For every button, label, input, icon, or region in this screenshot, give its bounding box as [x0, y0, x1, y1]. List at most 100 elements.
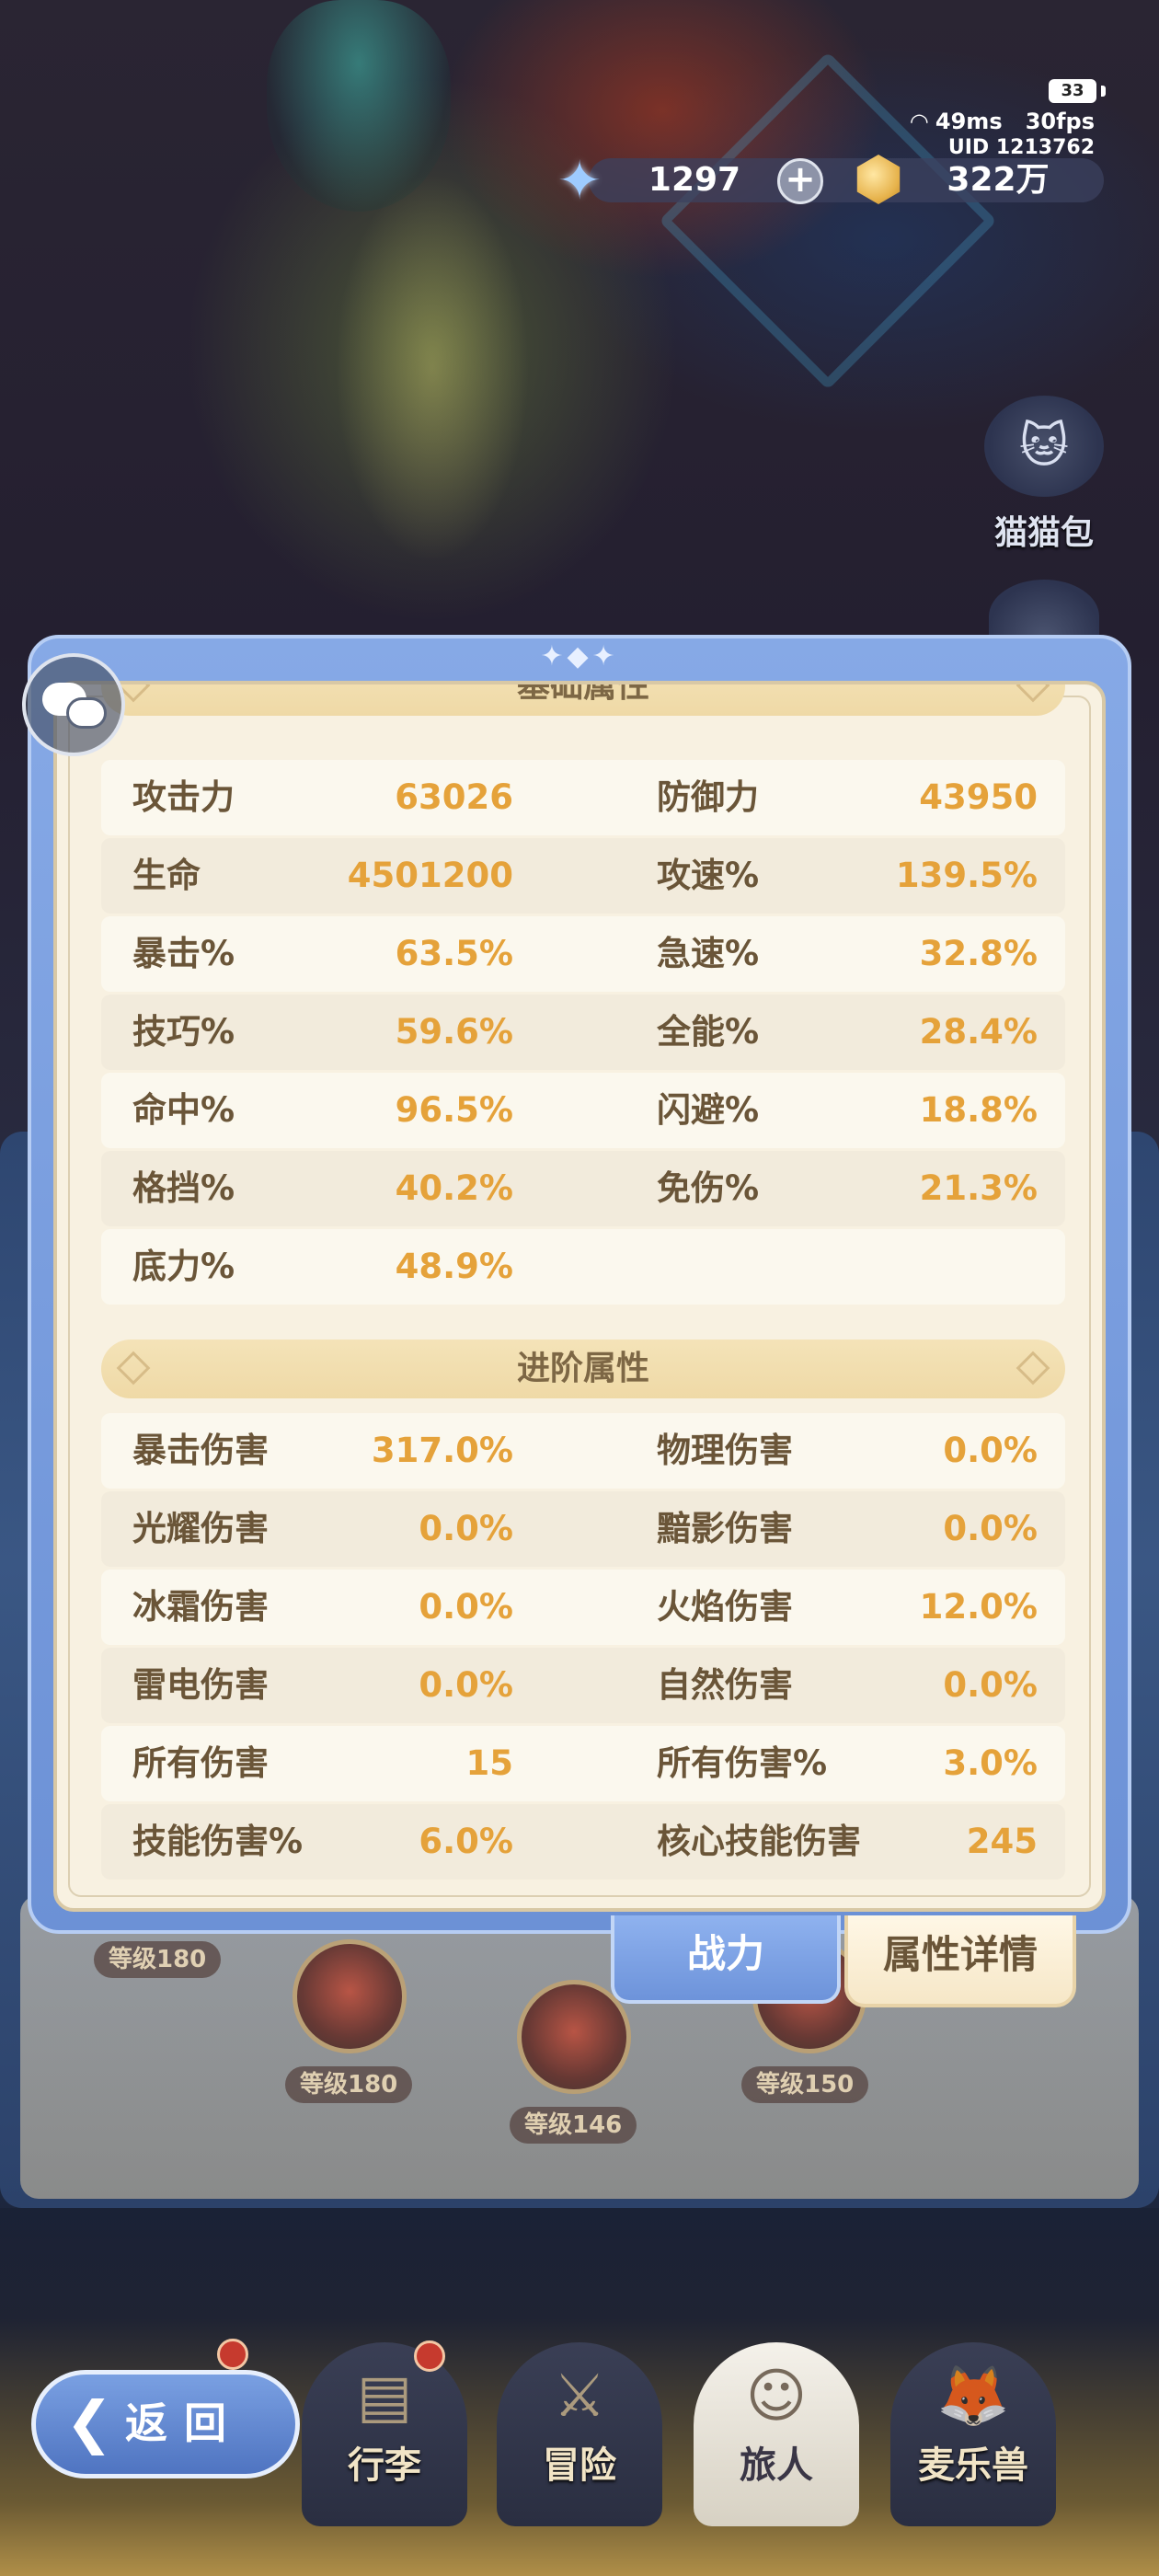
stat-label: 雷电伤害	[132, 1665, 269, 1705]
stat-label: 命中%	[132, 1090, 235, 1130]
cat-icon: 🐱	[1018, 419, 1070, 474]
coin-count: 322万	[947, 161, 1050, 199]
stat-value: 18.8%	[919, 1090, 1038, 1130]
stat-value: 15	[465, 1743, 514, 1783]
stat-value: 59.6%	[395, 1012, 513, 1052]
network-status: ◠ 49ms 30fps	[911, 109, 1095, 134]
stat-label: 暴击%	[132, 934, 235, 973]
battery-indicator: 33	[1049, 79, 1096, 103]
stat-label: 底力%	[132, 1247, 235, 1286]
stat-row: 暴击% 63.5% 急速% 32.8%	[101, 916, 1065, 992]
uid-text: UID 1213762	[947, 136, 1095, 159]
skill-node	[293, 1939, 407, 2053]
stat-row: 生命 4501200 攻速% 139.5%	[101, 838, 1065, 914]
stat-value: 32.8%	[919, 934, 1038, 973]
nav-adventure-label: 冒险	[543, 2444, 616, 2487]
stat-value: 63.5%	[395, 934, 513, 973]
back-arrow-icon: ❮	[65, 2388, 113, 2455]
wifi-icon: ◠	[911, 109, 935, 134]
stat-value: 245	[966, 1822, 1038, 1861]
stat-row: 所有伤害 15 所有伤害% 3.0%	[101, 1726, 1065, 1801]
chat-button[interactable]	[22, 653, 125, 756]
stat-label: 技能伤害%	[132, 1822, 304, 1861]
stat-value: 139.5%	[895, 856, 1038, 895]
stat-label: 黯影伤害	[657, 1509, 793, 1548]
basic-attributes-header: 基础属性	[101, 681, 1065, 716]
stat-value: 96.5%	[395, 1090, 513, 1130]
stat-value: 3.0%	[943, 1743, 1038, 1783]
stat-row: 底力% 48.9%	[101, 1229, 1065, 1305]
stat-value: 40.2%	[395, 1168, 513, 1208]
chat-bubble-icon	[66, 697, 107, 729]
stat-label: 所有伤害%	[657, 1743, 828, 1783]
character-icon: ☺	[745, 2363, 808, 2431]
add-gems-button[interactable]: +	[777, 158, 823, 204]
stat-label: 自然伤害	[657, 1665, 793, 1705]
nav-beast-label: 麦乐兽	[918, 2444, 1028, 2487]
attribute-panel[interactable]: 基础属性 攻击力 63026 防御力 43950 生命 4501200 攻速% …	[53, 681, 1106, 1912]
back-label: 返回	[125, 2398, 243, 2448]
stat-label: 急速%	[657, 934, 760, 973]
stat-label: 防御力	[657, 777, 759, 817]
chest-icon: ▤	[356, 2363, 413, 2431]
stat-value: 317.0%	[371, 1431, 513, 1470]
ping-text: 49ms	[935, 109, 1003, 134]
nav-luggage-label: 行李	[348, 2444, 421, 2487]
stat-label: 全能%	[657, 1012, 760, 1052]
level-tag: 等级146	[510, 2107, 637, 2144]
stat-value: 0.0%	[943, 1509, 1038, 1548]
gem-count: 1297	[648, 161, 741, 199]
stat-row: 格挡% 40.2% 免伤% 21.3%	[101, 1151, 1065, 1226]
stat-label: 攻速%	[657, 856, 760, 895]
fps-text: 30fps	[1025, 109, 1095, 134]
battery-cap	[1101, 86, 1106, 97]
stat-label: 攻击力	[132, 777, 235, 817]
stat-label: 暴击伤害	[132, 1431, 269, 1470]
stat-label: 物理伤害	[657, 1431, 793, 1470]
stat-value: 28.4%	[919, 1012, 1038, 1052]
tab-combat-power[interactable]: 战力	[611, 1915, 841, 2004]
stat-value: 21.3%	[919, 1168, 1038, 1208]
stat-row: 冰霜伤害 0.0% 火焰伤害 12.0%	[101, 1570, 1065, 1645]
advanced-attributes-header: 进阶属性	[101, 1340, 1065, 1398]
cat-bag-label: 猫猫包	[993, 514, 1094, 552]
fox-icon: 🦊	[936, 2363, 1010, 2431]
stat-label: 冰霜伤害	[132, 1587, 269, 1627]
tab-attribute-details[interactable]: 属性详情	[844, 1915, 1076, 2007]
stat-value: 0.0%	[419, 1509, 513, 1548]
diamond-ornament-icon: ✦◆✦	[540, 640, 619, 673]
crossed-swords-icon: ⚔	[553, 2363, 606, 2431]
stat-value: 63026	[395, 777, 513, 817]
stat-value: 0.0%	[943, 1431, 1038, 1470]
stat-row: 攻击力 63026 防御力 43950	[101, 760, 1065, 835]
notification-dot	[217, 2339, 248, 2370]
stat-row: 命中% 96.5% 闪避% 18.8%	[101, 1073, 1065, 1148]
stat-row: 雷电伤害 0.0% 自然伤害 0.0%	[101, 1648, 1065, 1723]
stat-label: 免伤%	[657, 1168, 760, 1208]
stat-label: 技巧%	[132, 1012, 235, 1052]
level-tag: 等级180	[285, 2066, 413, 2103]
stat-value: 48.9%	[395, 1247, 513, 1286]
star-gem-icon: ✦	[557, 149, 602, 212]
stat-row: 技巧% 59.6% 全能% 28.4%	[101, 995, 1065, 1070]
advanced-attributes-title: 进阶属性	[516, 1350, 649, 1387]
skill-node	[517, 1980, 631, 2094]
stat-value: 0.0%	[419, 1587, 513, 1627]
diamond-icon	[1016, 1351, 1050, 1386]
diamond-icon	[116, 1351, 151, 1386]
character-hair	[267, 0, 451, 212]
stat-value: 0.0%	[943, 1665, 1038, 1705]
stat-label: 闪避%	[657, 1090, 760, 1130]
stat-label: 所有伤害	[132, 1743, 269, 1783]
stat-row: 技能伤害% 6.0% 核心技能伤害 245	[101, 1804, 1065, 1880]
stat-label: 格挡%	[132, 1168, 235, 1208]
basic-attributes-title: 基础属性	[516, 681, 649, 705]
stat-row: 暴击伤害 317.0% 物理伤害 0.0%	[101, 1413, 1065, 1489]
stat-value: 43950	[919, 777, 1038, 817]
stat-value: 12.0%	[919, 1587, 1038, 1627]
stat-row: 光耀伤害 0.0% 黯影伤害 0.0%	[101, 1491, 1065, 1567]
stat-label: 光耀伤害	[132, 1509, 269, 1548]
stat-label: 核心技能伤害	[657, 1822, 861, 1861]
stat-value: 4501200	[347, 856, 513, 895]
stat-label: 生命	[132, 856, 201, 895]
